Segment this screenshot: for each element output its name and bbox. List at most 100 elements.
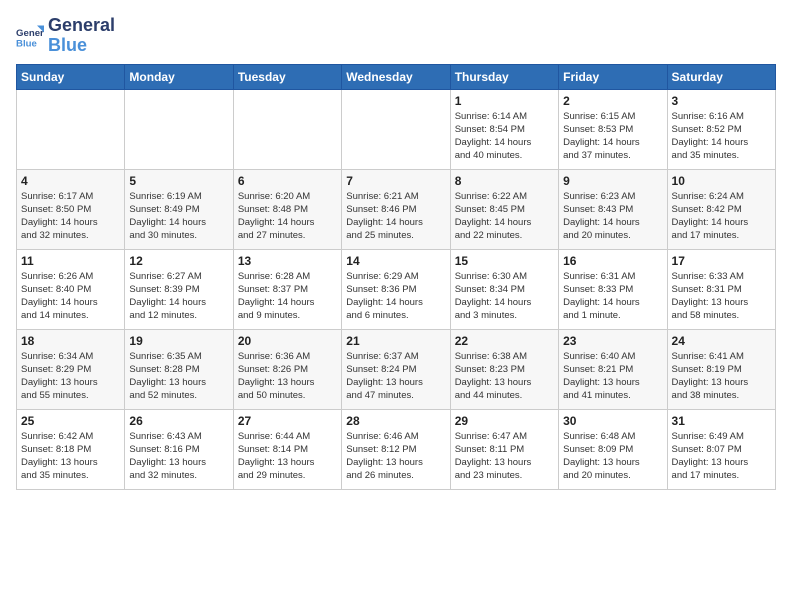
day-number: 30 (563, 414, 662, 428)
calendar-cell: 4 Sunrise: 6:17 AM Sunset: 8:50 PM Daylig… (17, 169, 125, 249)
calendar-week-5: 25 Sunrise: 6:42 AM Sunset: 8:18 PM Dayli… (17, 409, 776, 489)
day-info: Sunrise: 6:46 AM Sunset: 8:12 PM Dayligh… (346, 430, 445, 483)
day-info: Sunrise: 6:47 AM Sunset: 8:11 PM Dayligh… (455, 430, 554, 483)
day-info: Sunrise: 6:40 AM Sunset: 8:21 PM Dayligh… (563, 350, 662, 403)
calendar-cell: 6 Sunrise: 6:20 AM Sunset: 8:48 PM Daylig… (233, 169, 341, 249)
page-header: General Blue General Blue (16, 16, 776, 56)
weekday-header-monday: Monday (125, 64, 233, 89)
day-info: Sunrise: 6:43 AM Sunset: 8:16 PM Dayligh… (129, 430, 228, 483)
day-info: Sunrise: 6:38 AM Sunset: 8:23 PM Dayligh… (455, 350, 554, 403)
calendar-cell: 23 Sunrise: 6:40 AM Sunset: 8:21 PM Dayli… (559, 329, 667, 409)
day-info: Sunrise: 6:28 AM Sunset: 8:37 PM Dayligh… (238, 270, 337, 323)
day-info: Sunrise: 6:33 AM Sunset: 8:31 PM Dayligh… (672, 270, 771, 323)
day-number: 31 (672, 414, 771, 428)
day-info: Sunrise: 6:17 AM Sunset: 8:50 PM Dayligh… (21, 190, 120, 243)
calendar-cell: 20 Sunrise: 6:36 AM Sunset: 8:26 PM Dayli… (233, 329, 341, 409)
calendar-cell (342, 89, 450, 169)
day-info: Sunrise: 6:34 AM Sunset: 8:29 PM Dayligh… (21, 350, 120, 403)
calendar-cell: 24 Sunrise: 6:41 AM Sunset: 8:19 PM Dayli… (667, 329, 775, 409)
day-number: 12 (129, 254, 228, 268)
calendar-cell: 21Sunrise: 6:37 AM Sunset: 8:24 PM Dayli… (342, 329, 450, 409)
day-info: Sunrise: 6:41 AM Sunset: 8:19 PM Dayligh… (672, 350, 771, 403)
day-info: Sunrise: 6:16 AM Sunset: 8:52 PM Dayligh… (672, 110, 771, 163)
day-info: Sunrise: 6:48 AM Sunset: 8:09 PM Dayligh… (563, 430, 662, 483)
day-number: 11 (21, 254, 120, 268)
calendar-cell: 30 Sunrise: 6:48 AM Sunset: 8:09 PM Dayli… (559, 409, 667, 489)
calendar-cell: 26 Sunrise: 6:43 AM Sunset: 8:16 PM Dayli… (125, 409, 233, 489)
day-number: 25 (21, 414, 120, 428)
weekday-header-saturday: Saturday (667, 64, 775, 89)
weekday-header-row: SundayMondayTuesdayWednesdayThursdayFrid… (17, 64, 776, 89)
weekday-header-friday: Friday (559, 64, 667, 89)
day-number: 5 (129, 174, 228, 188)
calendar-week-3: 11 Sunrise: 6:26 AM Sunset: 8:40 PM Dayli… (17, 249, 776, 329)
day-number: 18 (21, 334, 120, 348)
day-number: 29 (455, 414, 554, 428)
weekday-header-sunday: Sunday (17, 64, 125, 89)
day-number: 10 (672, 174, 771, 188)
calendar-cell: 19 Sunrise: 6:35 AM Sunset: 8:28 PM Dayli… (125, 329, 233, 409)
day-number: 4 (21, 174, 120, 188)
day-number: 9 (563, 174, 662, 188)
calendar-cell: 27 Sunrise: 6:44 AM Sunset: 8:14 PM Dayli… (233, 409, 341, 489)
day-number: 8 (455, 174, 554, 188)
calendar-cell: 28 Sunrise: 6:46 AM Sunset: 8:12 PM Dayli… (342, 409, 450, 489)
day-number: 14 (346, 254, 445, 268)
day-number: 16 (563, 254, 662, 268)
calendar-cell (233, 89, 341, 169)
day-number: 6 (238, 174, 337, 188)
day-number: 24 (672, 334, 771, 348)
weekday-header-tuesday: Tuesday (233, 64, 341, 89)
day-number: 26 (129, 414, 228, 428)
calendar-week-4: 18 Sunrise: 6:34 AM Sunset: 8:29 PM Dayli… (17, 329, 776, 409)
day-info: Sunrise: 6:36 AM Sunset: 8:26 PM Dayligh… (238, 350, 337, 403)
day-info: Sunrise: 6:30 AM Sunset: 8:34 PM Dayligh… (455, 270, 554, 323)
day-info: Sunrise: 6:23 AM Sunset: 8:43 PM Dayligh… (563, 190, 662, 243)
calendar-cell: 17Sunrise: 6:33 AM Sunset: 8:31 PM Dayli… (667, 249, 775, 329)
calendar-table: SundayMondayTuesdayWednesdayThursdayFrid… (16, 64, 776, 490)
day-info: Sunrise: 6:21 AM Sunset: 8:46 PM Dayligh… (346, 190, 445, 243)
calendar-cell: 7 Sunrise: 6:21 AM Sunset: 8:46 PM Daylig… (342, 169, 450, 249)
day-info: Sunrise: 6:24 AM Sunset: 8:42 PM Dayligh… (672, 190, 771, 243)
day-number: 22 (455, 334, 554, 348)
calendar-cell: 14Sunrise: 6:29 AM Sunset: 8:36 PM Dayli… (342, 249, 450, 329)
calendar-cell: 12 Sunrise: 6:27 AM Sunset: 8:39 PM Dayli… (125, 249, 233, 329)
svg-text:General: General (16, 28, 44, 39)
day-info: Sunrise: 6:31 AM Sunset: 8:33 PM Dayligh… (563, 270, 662, 323)
calendar-cell: 31Sunrise: 6:49 AM Sunset: 8:07 PM Dayli… (667, 409, 775, 489)
calendar-cell: 3Sunrise: 6:16 AM Sunset: 8:52 PM Daylig… (667, 89, 775, 169)
day-number: 2 (563, 94, 662, 108)
day-number: 1 (455, 94, 554, 108)
calendar-cell: 29 Sunrise: 6:47 AM Sunset: 8:11 PM Dayli… (450, 409, 558, 489)
calendar-cell: 25 Sunrise: 6:42 AM Sunset: 8:18 PM Dayli… (17, 409, 125, 489)
day-number: 27 (238, 414, 337, 428)
day-info: Sunrise: 6:42 AM Sunset: 8:18 PM Dayligh… (21, 430, 120, 483)
calendar-cell: 5Sunrise: 6:19 AM Sunset: 8:49 PM Daylig… (125, 169, 233, 249)
logo-text: General Blue (48, 16, 115, 56)
svg-text:Blue: Blue (16, 38, 37, 49)
day-number: 23 (563, 334, 662, 348)
calendar-cell: 22 Sunrise: 6:38 AM Sunset: 8:23 PM Dayli… (450, 329, 558, 409)
day-number: 20 (238, 334, 337, 348)
day-info: Sunrise: 6:35 AM Sunset: 8:28 PM Dayligh… (129, 350, 228, 403)
calendar-cell (17, 89, 125, 169)
day-number: 28 (346, 414, 445, 428)
calendar-cell (125, 89, 233, 169)
day-number: 21 (346, 334, 445, 348)
day-info: Sunrise: 6:22 AM Sunset: 8:45 PM Dayligh… (455, 190, 554, 243)
logo: General Blue General Blue (16, 16, 115, 56)
calendar-cell: 18 Sunrise: 6:34 AM Sunset: 8:29 PM Dayli… (17, 329, 125, 409)
day-number: 7 (346, 174, 445, 188)
calendar-week-1: 1 Sunrise: 6:14 AM Sunset: 8:54 PM Daylig… (17, 89, 776, 169)
day-number: 19 (129, 334, 228, 348)
day-info: Sunrise: 6:14 AM Sunset: 8:54 PM Dayligh… (455, 110, 554, 163)
day-info: Sunrise: 6:20 AM Sunset: 8:48 PM Dayligh… (238, 190, 337, 243)
calendar-cell: 11 Sunrise: 6:26 AM Sunset: 8:40 PM Dayli… (17, 249, 125, 329)
calendar-cell: 15Sunrise: 6:30 AM Sunset: 8:34 PM Dayli… (450, 249, 558, 329)
day-info: Sunrise: 6:27 AM Sunset: 8:39 PM Dayligh… (129, 270, 228, 323)
day-info: Sunrise: 6:26 AM Sunset: 8:40 PM Dayligh… (21, 270, 120, 323)
weekday-header-thursday: Thursday (450, 64, 558, 89)
day-info: Sunrise: 6:44 AM Sunset: 8:14 PM Dayligh… (238, 430, 337, 483)
day-number: 13 (238, 254, 337, 268)
weekday-header-wednesday: Wednesday (342, 64, 450, 89)
